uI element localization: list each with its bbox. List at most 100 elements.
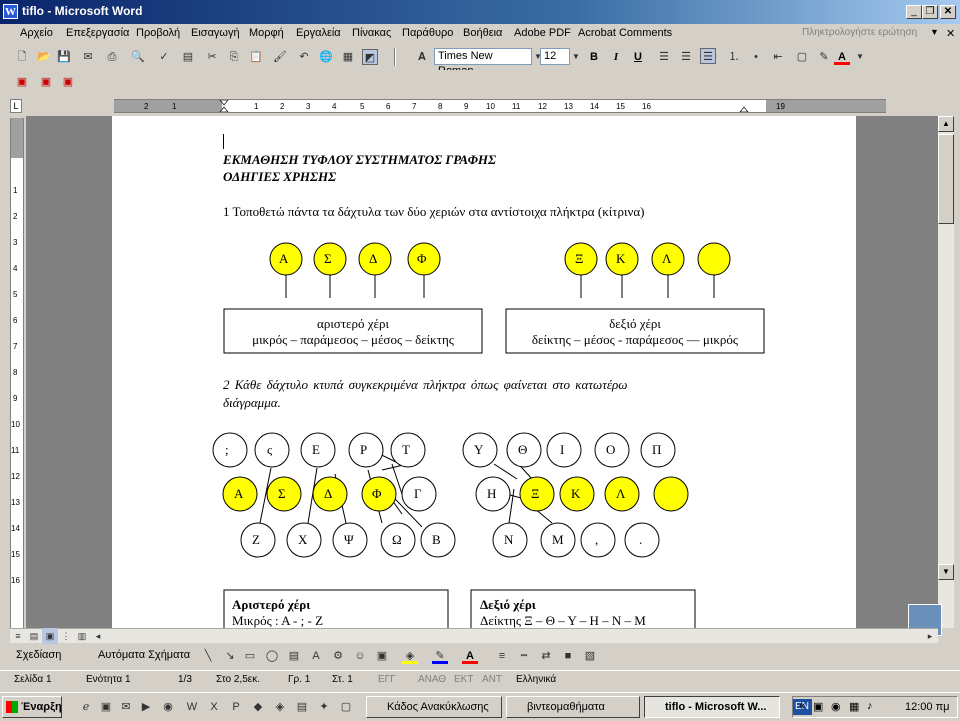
status-ext[interactable]: ΕΚΤ [454,674,473,685]
undo-icon[interactable]: ↶ [296,49,312,65]
normal-view-icon[interactable]: ≡ [10,628,26,644]
quicklaunch-outlook-icon[interactable]: ✉ [118,699,134,715]
fill-color-icon[interactable]: ◈ [402,648,418,664]
horizontal-ruler[interactable]: 21 1234 5678 9 10 11 12 13 14 15 16 19 [114,99,886,113]
bullets-icon[interactable]: • [748,49,764,65]
reading-layout-icon[interactable]: ▥ [74,628,90,644]
picture-icon[interactable]: ▣ [374,648,390,664]
menu-edit[interactable]: Επεξεργασία [66,27,129,39]
font-color-dropdown-icon[interactable]: ▼ [852,49,868,65]
new-document-icon[interactable]: 🗋 [14,49,30,65]
cut-icon[interactable]: ✂ [204,49,220,65]
print-icon[interactable]: ⎙ [104,49,120,65]
diagram-icon[interactable]: ⚙ [330,648,346,664]
font-size-combo[interactable]: 12 [540,48,570,65]
tray-expand-icon[interactable]: « [799,700,805,712]
paste-icon[interactable]: 📋 [248,49,264,65]
size-dropdown-icon[interactable]: ▼ [568,49,584,65]
scroll-thumb[interactable] [938,134,954,224]
numbering-icon[interactable]: ⒈ [726,49,742,65]
wordart-icon[interactable]: A [308,648,324,664]
styles-icon[interactable]: 𝐀 [414,49,430,65]
justify-icon[interactable]: ☰ [700,48,716,64]
quicklaunch-app4-icon[interactable]: ▤ [294,699,310,715]
menu-format[interactable]: Μορφή [249,27,284,39]
quicklaunch-powerpoint-icon[interactable]: P [228,699,244,715]
status-ovr[interactable]: ΑΝΤ [482,674,502,685]
font-color-icon[interactable]: A [834,49,850,65]
drawing-font-color-icon[interactable]: A [462,648,478,664]
quicklaunch-media-icon[interactable]: ▶ [138,699,154,715]
rectangle-tool-icon[interactable]: ▭ [242,648,258,664]
permission-icon[interactable]: ✉ [80,49,96,65]
print-preview-icon[interactable]: 🔍 [130,49,146,65]
autoshapes-button[interactable]: Αυτόματα Σχήματα [98,649,190,661]
clipart-icon[interactable]: ☺ [352,648,368,664]
document-page[interactable]: ΕΚΜΑΘΗΣΗ ΤΥΦΛΟΥ ΣΥΣΤΗΜΑΤΟΣ ΓΡΑΦΗΣ ΟΔΗΓΙΕ… [112,116,856,628]
copy-icon[interactable]: ⎘ [226,49,242,65]
scroll-down-icon[interactable]: ▼ [938,564,954,580]
quicklaunch-ie-icon[interactable]: ℯ [78,699,94,715]
horizontal-scrollbar[interactable]: ≡ ▤ ▣ ⋮ ▥ ◂ ▸ [10,628,938,644]
convert-to-pdf-icon[interactable]: ▣ [14,74,30,90]
scroll-left-icon[interactable]: ◂ [90,628,106,644]
quicklaunch-excel-icon[interactable]: X [206,699,222,715]
vertical-scrollbar[interactable]: ▲ ▼ [908,116,954,636]
drawing-toolbar-icon[interactable]: ◩ [362,49,378,65]
status-trk[interactable]: ΑΝΑΘ [418,674,446,685]
spelling-icon[interactable]: ✓ [156,49,172,65]
quicklaunch-app-icon[interactable]: ◉ [160,699,176,715]
menu-acrobat-comments[interactable]: Acrobat Comments [578,27,672,39]
outline-view-icon[interactable]: ⋮ [58,628,74,644]
tray-icon-1[interactable]: ▣ [813,700,823,713]
open-folder-icon[interactable]: 📂 [36,49,52,65]
menu-insert[interactable]: Εισαγωγή [191,27,240,39]
menu-tools[interactable]: Εργαλεία [296,27,341,39]
research-icon[interactable]: ▤ [180,49,196,65]
tables-borders-icon[interactable]: ▦ [340,49,356,65]
pdf-review-icon[interactable]: ▣ [60,74,76,90]
decrease-indent-icon[interactable]: ⇤ [770,49,786,65]
tab-selector-icon[interactable]: L [10,99,22,113]
quicklaunch-word-icon[interactable]: W [184,699,200,715]
menu-help[interactable]: Βοήθεια [463,27,502,39]
menu-window[interactable]: Παράθυρο [402,27,453,39]
scroll-up-icon[interactable]: ▲ [938,116,954,132]
scroll-right-icon[interactable]: ▸ [922,628,938,644]
menu-view[interactable]: Προβολή [136,27,180,39]
pdf-email-icon[interactable]: ▣ [38,74,54,90]
task-video-folder[interactable]: βιντεομαθήματα [506,696,640,718]
task-word-tiflo[interactable]: tiflo - Microsoft W... [644,696,780,718]
shadow-icon[interactable]: ■ [560,648,576,664]
3d-icon[interactable]: ▧ [582,648,598,664]
bold-icon[interactable]: B [586,49,602,65]
save-icon[interactable]: 💾 [56,49,72,65]
line-style-icon[interactable]: ≡ [494,648,510,664]
highlight-icon[interactable]: ✎ [816,49,832,65]
line-color-icon[interactable]: ✎ [432,648,448,664]
help-dropdown-icon[interactable]: ▼ [930,27,939,37]
arrow-tool-icon[interactable]: ↘ [222,648,238,664]
restore-button[interactable]: ❐ [922,5,938,19]
web-layout-icon[interactable]: ▤ [26,628,42,644]
menu-file[interactable]: Αρχείο [20,27,53,39]
format-painter-icon[interactable]: 🖌 [272,49,288,65]
tray-icon-2[interactable]: ◉ [831,700,841,713]
status-rec[interactable]: ΕΓΓ [378,674,396,685]
line-tool-icon[interactable]: ╲ [200,648,216,664]
underline-icon[interactable]: U [630,49,646,65]
doc-close-icon[interactable]: ✕ [946,27,955,40]
clock[interactable]: 12:00 πμ [905,701,950,713]
oval-tool-icon[interactable]: ◯ [264,648,280,664]
tray-icon-3[interactable]: ▦ [849,700,859,713]
dash-style-icon[interactable]: ┅ [516,648,532,664]
word-app-icon[interactable]: W [3,4,18,19]
quicklaunch-app6-icon[interactable]: ▢ [338,699,354,715]
task-recycle-bin[interactable]: Κάδος Ανακύκλωσης [366,696,502,718]
align-left-icon[interactable]: ☰ [656,49,672,65]
tray-icon-4[interactable]: ♪ [867,700,873,712]
minimize-button[interactable]: _ [906,5,922,19]
print-layout-icon[interactable]: ▣ [42,628,58,644]
vertical-ruler[interactable]: 1234 5678 9 10 11 12 13 14 15 16 [10,118,24,628]
insert-hyperlink-icon[interactable]: 🌐 [318,49,334,65]
